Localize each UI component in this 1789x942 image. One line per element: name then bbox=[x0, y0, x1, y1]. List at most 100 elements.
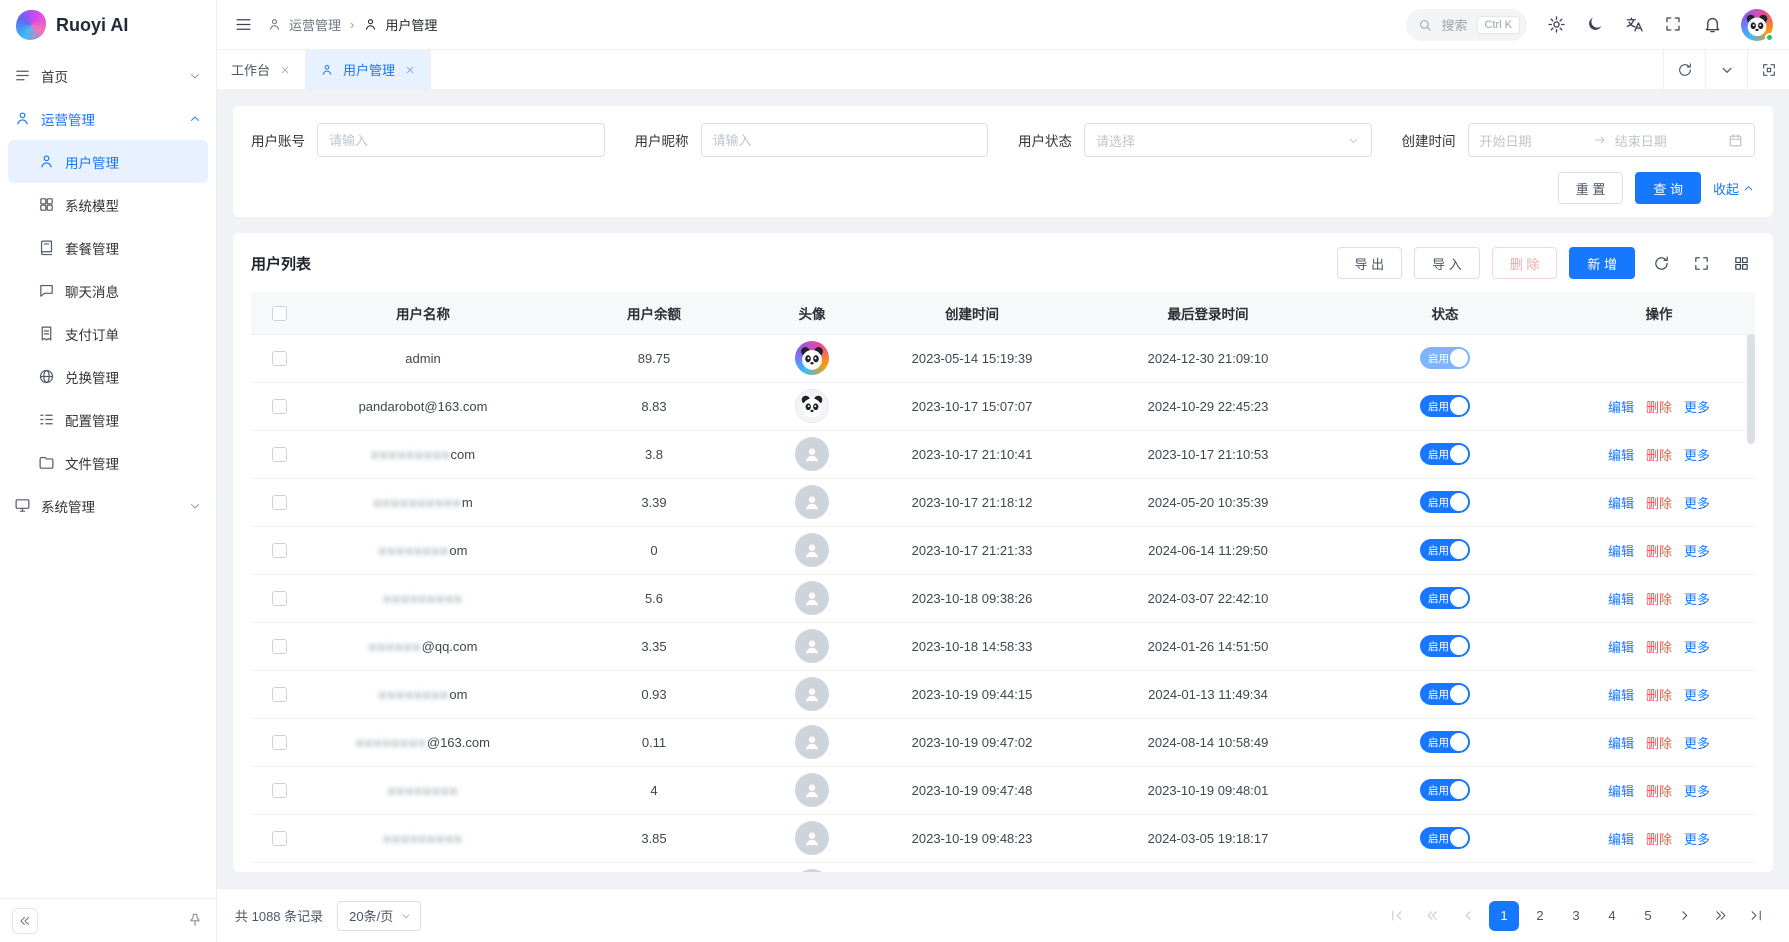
row-checkbox[interactable] bbox=[272, 735, 287, 750]
delete-link[interactable]: 删除 bbox=[1646, 496, 1672, 511]
query-button[interactable]: 查 询 bbox=[1635, 172, 1701, 204]
prev-page-button[interactable] bbox=[1453, 901, 1483, 931]
sidebar-item-home[interactable]: 首页 bbox=[0, 54, 216, 97]
page-size-select[interactable]: 20条/页 bbox=[337, 901, 421, 931]
edit-link[interactable]: 编辑 bbox=[1608, 640, 1634, 655]
next-group-button[interactable] bbox=[1705, 901, 1735, 931]
sidebar-collapse-button[interactable] bbox=[12, 908, 38, 934]
nickname-input[interactable] bbox=[701, 123, 989, 157]
status-toggle[interactable]: 启用 bbox=[1420, 443, 1470, 465]
delete-link[interactable]: 删除 bbox=[1646, 784, 1672, 799]
row-checkbox[interactable] bbox=[272, 591, 287, 606]
row-checkbox[interactable] bbox=[272, 783, 287, 798]
page-button-3[interactable]: 3 bbox=[1561, 901, 1591, 931]
status-toggle[interactable]: 启用 bbox=[1420, 539, 1470, 561]
delete-link[interactable]: 删除 bbox=[1646, 736, 1672, 751]
first-page-button[interactable] bbox=[1381, 901, 1411, 931]
close-icon[interactable] bbox=[404, 64, 416, 76]
status-toggle[interactable]: 启用 bbox=[1420, 635, 1470, 657]
edit-link[interactable]: 编辑 bbox=[1608, 448, 1634, 463]
edit-link[interactable]: 编辑 bbox=[1608, 544, 1634, 559]
sidebar-item-config-management[interactable]: 配置管理 bbox=[0, 398, 216, 441]
app-logo[interactable]: Ruoyi AI bbox=[0, 0, 216, 50]
delete-button[interactable]: 删 除 bbox=[1492, 247, 1558, 279]
delete-link[interactable]: 删除 bbox=[1646, 688, 1672, 703]
prev-group-button[interactable] bbox=[1417, 901, 1447, 931]
add-button[interactable]: 新 增 bbox=[1569, 247, 1635, 279]
notifications-button[interactable] bbox=[1702, 15, 1722, 35]
delete-link[interactable]: 删除 bbox=[1646, 400, 1672, 415]
page-button-5[interactable]: 5 bbox=[1633, 901, 1663, 931]
row-checkbox[interactable] bbox=[272, 399, 287, 414]
sidebar-item-package-management[interactable]: 套餐管理 bbox=[0, 226, 216, 269]
more-link[interactable]: 更多 bbox=[1684, 832, 1710, 847]
export-button[interactable]: 导 出 bbox=[1337, 247, 1403, 279]
import-button[interactable]: 导 入 bbox=[1414, 247, 1480, 279]
status-toggle[interactable]: 启用 bbox=[1420, 731, 1470, 753]
status-toggle[interactable]: 启用 bbox=[1420, 491, 1470, 513]
edit-link[interactable]: 编辑 bbox=[1608, 736, 1634, 751]
more-link[interactable]: 更多 bbox=[1684, 400, 1710, 415]
status-toggle[interactable]: 启用 bbox=[1420, 395, 1470, 417]
sidebar-item-payment-orders[interactable]: 支付订单 bbox=[0, 312, 216, 355]
row-checkbox[interactable] bbox=[272, 351, 287, 366]
more-link[interactable]: 更多 bbox=[1684, 496, 1710, 511]
sidebar-item-exchange-management[interactable]: 兑换管理 bbox=[0, 355, 216, 398]
menu-toggle-button[interactable] bbox=[233, 15, 253, 35]
sidebar-item-operations-management[interactable]: 运营管理 bbox=[0, 97, 216, 140]
status-toggle[interactable]: 启用 bbox=[1420, 347, 1470, 369]
status-select[interactable]: 请选择 bbox=[1084, 123, 1372, 157]
more-link[interactable]: 更多 bbox=[1684, 784, 1710, 799]
edit-link[interactable]: 编辑 bbox=[1608, 400, 1634, 415]
scrollbar-thumb[interactable] bbox=[1747, 334, 1755, 444]
sidebar-pin-button[interactable] bbox=[186, 912, 204, 930]
user-avatar-button[interactable] bbox=[1741, 9, 1773, 41]
settings-button[interactable] bbox=[1546, 15, 1566, 35]
more-link[interactable]: 更多 bbox=[1684, 544, 1710, 559]
account-input[interactable] bbox=[317, 123, 605, 157]
language-button[interactable] bbox=[1624, 15, 1644, 35]
tab-workbench[interactable]: 工作台 bbox=[217, 50, 306, 89]
page-button-4[interactable]: 4 bbox=[1597, 901, 1627, 931]
sidebar-item-system-model[interactable]: 系统模型 bbox=[0, 183, 216, 226]
edit-link[interactable]: 编辑 bbox=[1608, 496, 1634, 511]
created-time-daterange[interactable]: 开始日期结束日期 bbox=[1468, 123, 1756, 157]
edit-link[interactable]: 编辑 bbox=[1608, 784, 1634, 799]
sidebar-item-file-management[interactable]: 文件管理 bbox=[0, 441, 216, 484]
delete-link[interactable]: 删除 bbox=[1646, 832, 1672, 847]
content-fullscreen-button[interactable] bbox=[1747, 50, 1789, 89]
row-checkbox[interactable] bbox=[272, 831, 287, 846]
sidebar-item-chat-messages[interactable]: 聊天消息 bbox=[0, 269, 216, 312]
status-toggle[interactable]: 启用 bbox=[1420, 683, 1470, 705]
page-button-1[interactable]: 1 bbox=[1489, 901, 1519, 931]
reset-button[interactable]: 重 置 bbox=[1558, 172, 1624, 204]
row-checkbox[interactable] bbox=[272, 639, 287, 654]
more-link[interactable]: 更多 bbox=[1684, 688, 1710, 703]
status-toggle[interactable]: 启用 bbox=[1420, 779, 1470, 801]
breadcrumb-item-operations[interactable]: 运营管理 bbox=[267, 15, 341, 34]
breadcrumb-item-users[interactable]: 用户管理 bbox=[363, 15, 437, 34]
delete-link[interactable]: 删除 bbox=[1646, 544, 1672, 559]
close-icon[interactable] bbox=[279, 64, 291, 76]
select-all-checkbox[interactable] bbox=[272, 306, 287, 321]
delete-link[interactable]: 删除 bbox=[1646, 592, 1672, 607]
last-page-button[interactable] bbox=[1741, 901, 1771, 931]
delete-link[interactable]: 删除 bbox=[1646, 640, 1672, 655]
row-checkbox[interactable] bbox=[272, 495, 287, 510]
status-toggle[interactable]: 启用 bbox=[1420, 587, 1470, 609]
edit-link[interactable]: 编辑 bbox=[1608, 592, 1634, 607]
tab-user-management[interactable]: 用户管理 bbox=[306, 50, 431, 89]
status-toggle[interactable]: 启用 bbox=[1420, 827, 1470, 849]
more-link[interactable]: 更多 bbox=[1684, 736, 1710, 751]
table-scrollbar[interactable] bbox=[1747, 334, 1755, 872]
next-page-button[interactable] bbox=[1669, 901, 1699, 931]
global-search[interactable]: 搜索 Ctrl K bbox=[1406, 9, 1527, 41]
dark-mode-button[interactable] bbox=[1585, 15, 1605, 35]
more-link[interactable]: 更多 bbox=[1684, 448, 1710, 463]
tab-menu-button[interactable] bbox=[1705, 50, 1747, 89]
more-link[interactable]: 更多 bbox=[1684, 592, 1710, 607]
edit-link[interactable]: 编辑 bbox=[1608, 832, 1634, 847]
row-checkbox[interactable] bbox=[272, 447, 287, 462]
collapse-filters-link[interactable]: 收起 bbox=[1713, 179, 1755, 198]
row-checkbox[interactable] bbox=[272, 543, 287, 558]
